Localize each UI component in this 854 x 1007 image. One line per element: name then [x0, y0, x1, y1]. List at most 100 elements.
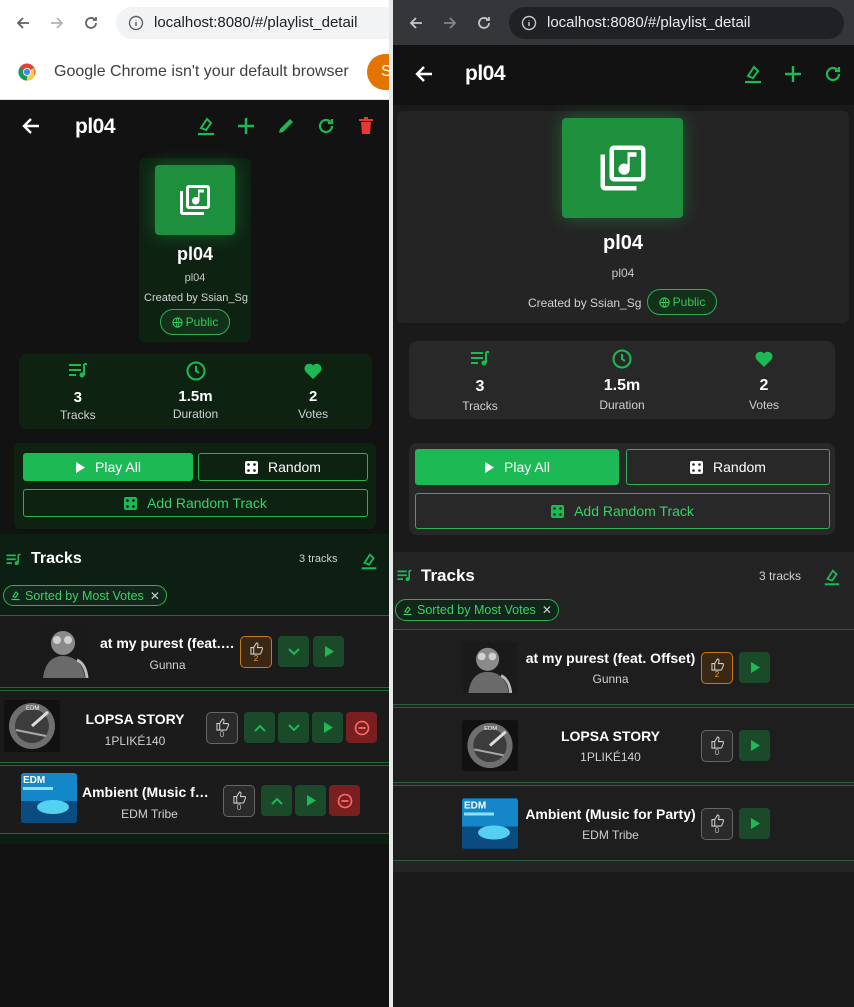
back-nav-button[interactable] [401, 8, 431, 38]
sort-chip[interactable]: Sorted by Most Votes ✕ [395, 599, 559, 621]
random-button[interactable]: Random [626, 449, 830, 485]
add-track-button[interactable] [780, 61, 806, 87]
info-icon[interactable] [128, 15, 144, 31]
track-title: Ambient (Music for Party) [525, 806, 696, 822]
play-track-button[interactable] [295, 785, 326, 816]
play-track-button[interactable] [312, 712, 343, 743]
vote-button[interactable]: 2 [701, 652, 733, 684]
library-music-icon [600, 145, 645, 191]
vote-button[interactable]: 2 [240, 636, 272, 668]
stat-tracks: 3 Tracks [19, 354, 137, 429]
stat-duration-label: Duration [599, 398, 645, 412]
clock-icon [612, 349, 632, 369]
chrome-logo-icon [18, 63, 36, 81]
infobar-text: Google Chrome isn't your default browser [54, 63, 349, 80]
app-header: pl04 [393, 45, 854, 105]
play-icon [306, 795, 316, 806]
play-all-button[interactable]: Play All [415, 449, 619, 485]
close-icon[interactable]: ✕ [150, 589, 160, 603]
track-row[interactable]: EDM LOPSA STORY 1PLIKÉ140 0 [393, 707, 854, 783]
forward-nav-button[interactable] [435, 8, 465, 38]
back-button[interactable] [18, 113, 44, 139]
random-button[interactable]: Random [198, 453, 368, 481]
sort-icon [745, 65, 761, 84]
queue-music-icon [6, 553, 21, 566]
vote-button[interactable]: 0 [701, 730, 733, 762]
back-nav-button[interactable] [8, 8, 38, 38]
sort-chip[interactable]: Sorted by Most Votes ✕ [3, 585, 167, 606]
refresh-button[interactable] [820, 61, 846, 87]
playlist-stats: 3 Tracks 1.5m Duration 2 Votes [409, 341, 835, 419]
tracks-sort-button[interactable] [356, 548, 382, 574]
play-track-button[interactable] [739, 808, 770, 839]
track-thumbnail [37, 625, 94, 678]
track-row[interactable]: EDM Ambient (Music for… EDM Tribe 0 [0, 765, 389, 834]
remove-track-button[interactable] [346, 712, 377, 743]
vote-button[interactable]: 0 [701, 808, 733, 840]
album-art-image: EDM [21, 773, 77, 823]
remove-circle-icon [337, 793, 352, 808]
dice-icon [245, 460, 259, 474]
sort-button[interactable] [740, 61, 766, 87]
play-track-button[interactable] [739, 730, 770, 761]
stat-votes: 2 Votes [254, 354, 372, 429]
move-down-button[interactable] [278, 636, 309, 667]
url-bar[interactable]: localhost:8080/#/playlist_detail [116, 6, 389, 39]
play-all-label: Play All [504, 459, 550, 475]
track-row[interactable]: at my purest (feat. Offset) Gunna 2 [393, 629, 854, 705]
track-artist: EDM Tribe [582, 828, 639, 842]
delete-button[interactable] [353, 113, 379, 139]
reload-button[interactable] [76, 8, 106, 38]
page-title: pl04 [465, 62, 506, 85]
remove-track-button[interactable] [329, 785, 360, 816]
reload-icon [478, 16, 490, 29]
forward-nav-button[interactable] [42, 8, 72, 38]
url-text: localhost:8080/#/playlist_detail [154, 14, 358, 31]
album-art-image: EDM [4, 700, 60, 752]
add-track-button[interactable] [233, 113, 259, 139]
reload-button[interactable] [469, 8, 499, 38]
album-art-image [462, 642, 518, 693]
add-random-track-button[interactable]: Add Random Track [23, 489, 368, 517]
track-title: at my purest (feat. Offset) [525, 650, 696, 666]
track-row[interactable]: at my purest (feat. … Gunna 2 [0, 615, 389, 688]
play-icon [750, 818, 760, 829]
browser-window-left: localhost:8080/#/playlist_detail Google … [0, 0, 389, 1007]
dice-icon [551, 504, 565, 518]
playlist-name: pl04 [176, 244, 214, 264]
play-all-button[interactable]: Play All [23, 453, 193, 481]
move-down-button[interactable] [278, 712, 309, 743]
info-icon[interactable] [521, 15, 537, 31]
album-art-image [37, 625, 94, 678]
vote-button[interactable]: 0 [223, 785, 255, 817]
pencil-icon [279, 119, 293, 133]
random-label: Random [268, 459, 321, 475]
play-track-button[interactable] [313, 636, 344, 667]
browser-window-right: localhost:8080/#/playlist_detail pl04 pl… [393, 0, 854, 1007]
add-random-track-button[interactable]: Add Random Track [415, 493, 830, 529]
visibility-badge: Public [647, 289, 717, 315]
edit-button[interactable] [273, 113, 299, 139]
move-up-button[interactable] [261, 785, 292, 816]
tracks-sort-button[interactable] [819, 564, 845, 590]
queue-music-icon [471, 351, 489, 366]
play-icon [485, 461, 495, 473]
reload-icon [85, 16, 97, 29]
url-bar[interactable]: localhost:8080/#/playlist_detail [509, 6, 844, 39]
sort-button[interactable] [193, 113, 219, 139]
track-row[interactable]: EDM Ambient (Music for Party) EDM Tribe … [393, 785, 854, 861]
back-button[interactable] [411, 61, 437, 87]
refresh-button[interactable] [313, 113, 339, 139]
move-up-button[interactable] [244, 712, 275, 743]
close-icon[interactable]: ✕ [542, 603, 552, 617]
vote-button[interactable]: 0 [206, 712, 238, 744]
dice-icon [124, 496, 138, 510]
play-track-button[interactable] [739, 652, 770, 683]
globe-icon [171, 316, 183, 328]
playlist-stats: 3 Tracks 1.5m Duration 2 Votes [19, 354, 372, 429]
track-title: LOPSA STORY [560, 728, 661, 744]
set-default-button[interactable]: S [367, 54, 389, 90]
plus-icon [238, 118, 254, 134]
track-row[interactable]: EDM LOPSA STORY 1PLIKÉ140 0 [0, 690, 389, 763]
arrow-left-icon [16, 16, 29, 29]
